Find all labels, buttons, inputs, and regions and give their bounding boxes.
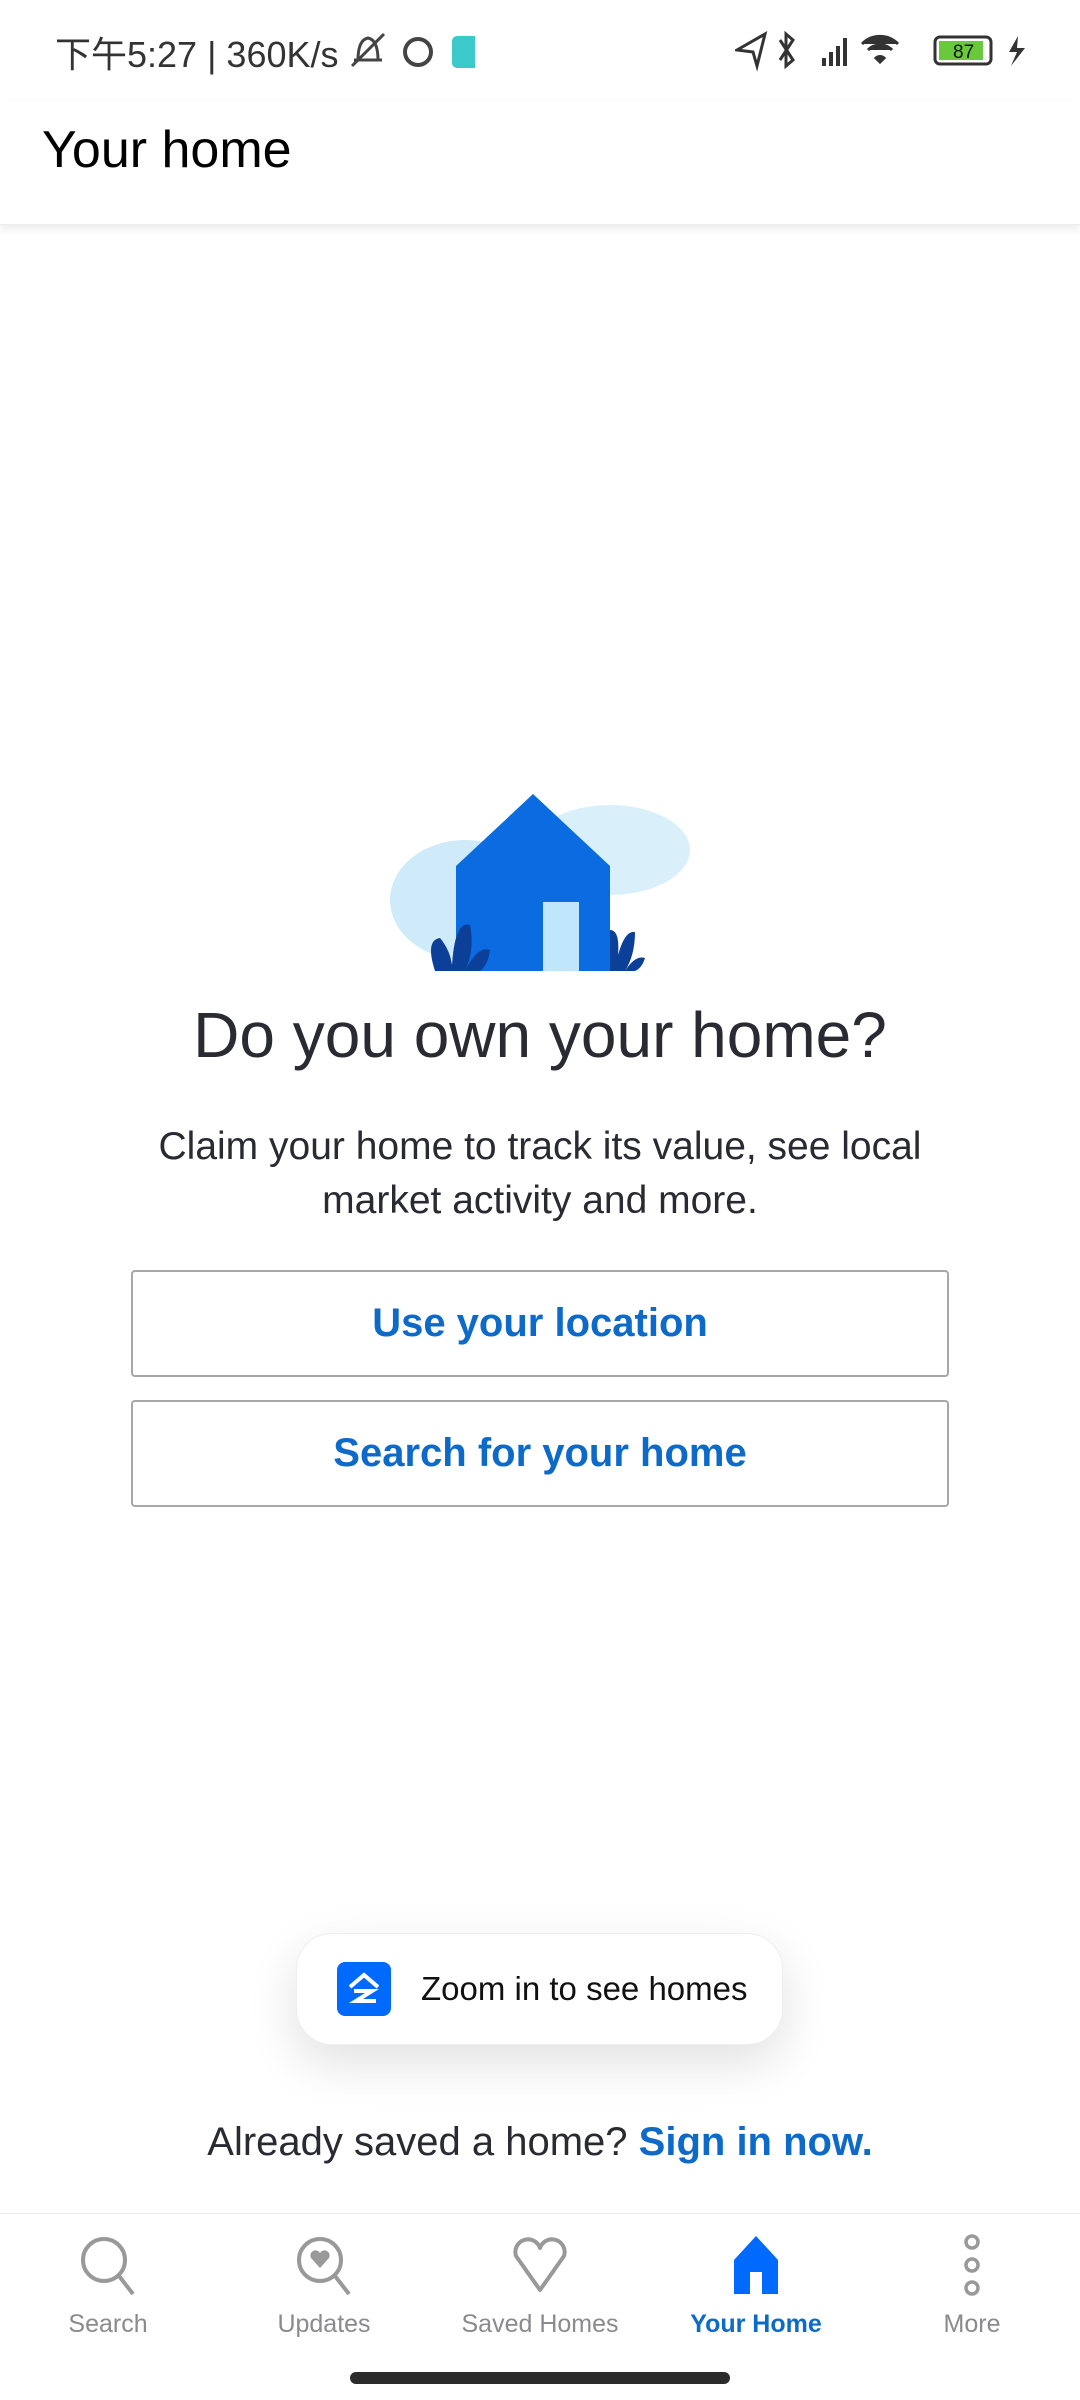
system-icons: 87 (735, 30, 1025, 72)
signin-link[interactable]: Sign in now. (639, 2120, 873, 2164)
updates-icon (297, 2237, 351, 2296)
zillow-logo-icon (337, 1962, 391, 2016)
home-icon (734, 2236, 778, 2294)
empty-state-description: Claim your home to track its value, see … (158, 1125, 922, 1222)
page-title: Your home (42, 121, 292, 179)
home-indicator[interactable] (350, 2372, 730, 2384)
signin-prompt: Already saved a home? Sign in now. (0, 2120, 1080, 2165)
nav-tab-more[interactable]: More (864, 2234, 1080, 2339)
zoom-toast: Zoom in to see homes (296, 1933, 783, 2045)
toast-text: Zoom in to see homes (421, 1970, 748, 2007)
notification-icons (350, 32, 475, 68)
house-illustration (390, 794, 690, 971)
status-time: 下午5:27 | 360K/s (55, 34, 339, 75)
nav-label: More (943, 2310, 1001, 2338)
empty-state-heading: Do you own your home? (193, 999, 887, 1071)
nav-tab-saved-homes[interactable]: Saved Homes (432, 2234, 648, 2339)
nav-label: Your Home (690, 2310, 822, 2338)
nav-label: Updates (277, 2310, 371, 2338)
status-bar: 下午5:27 | 360K/s 87 (0, 0, 1080, 100)
nav-tab-updates[interactable]: Updates (216, 2234, 432, 2339)
signin-question: Already saved a home? (207, 2120, 628, 2164)
more-icon (964, 2234, 980, 2296)
nav-label: Saved Homes (461, 2310, 619, 2338)
nav-tab-search[interactable]: Search (0, 2234, 216, 2339)
heart-icon (513, 2237, 567, 2292)
nav-label: Search (68, 2310, 148, 2338)
use-location-button[interactable]: Use your location (131, 1270, 949, 1377)
search-home-button[interactable]: Search for your home (131, 1400, 949, 1507)
battery-level: 87 (953, 42, 974, 63)
nav-tab-your-home[interactable]: Your Home (648, 2234, 864, 2339)
search-icon (81, 2237, 135, 2296)
